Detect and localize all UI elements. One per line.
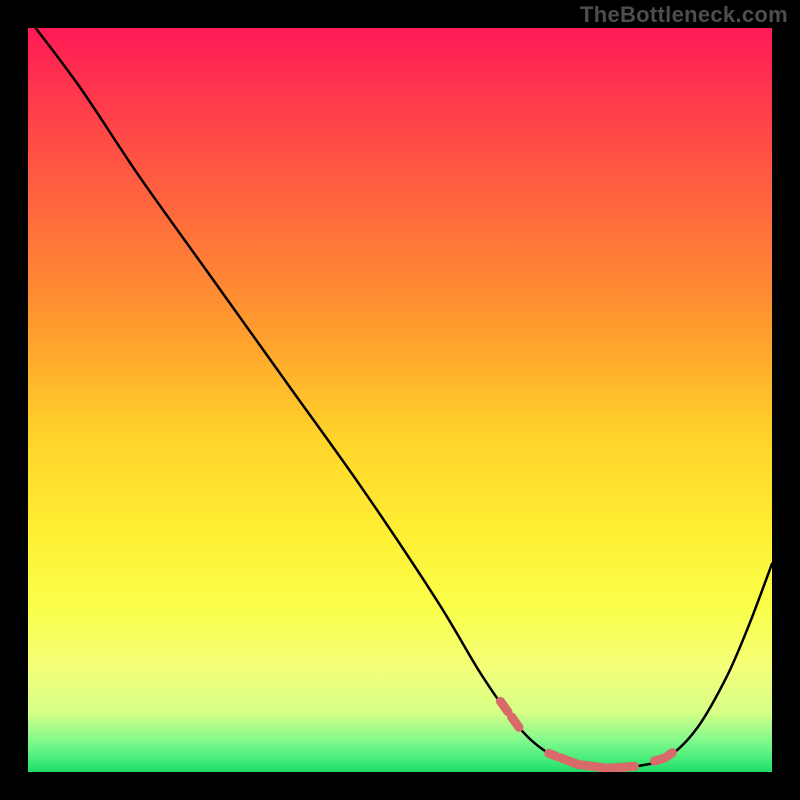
highlight-dash <box>665 753 672 758</box>
highlight-dash <box>560 758 567 761</box>
curve-overlay <box>28 28 772 772</box>
plot-area <box>28 28 772 772</box>
bottleneck-curve <box>28 28 772 768</box>
watermark-text: TheBottleneck.com <box>580 2 788 28</box>
highlight-dash <box>512 717 519 728</box>
highlight-dash <box>500 701 508 711</box>
highlight-dash <box>549 753 556 756</box>
chart-frame: TheBottleneck.com <box>0 0 800 800</box>
highlight-dash <box>627 766 635 767</box>
